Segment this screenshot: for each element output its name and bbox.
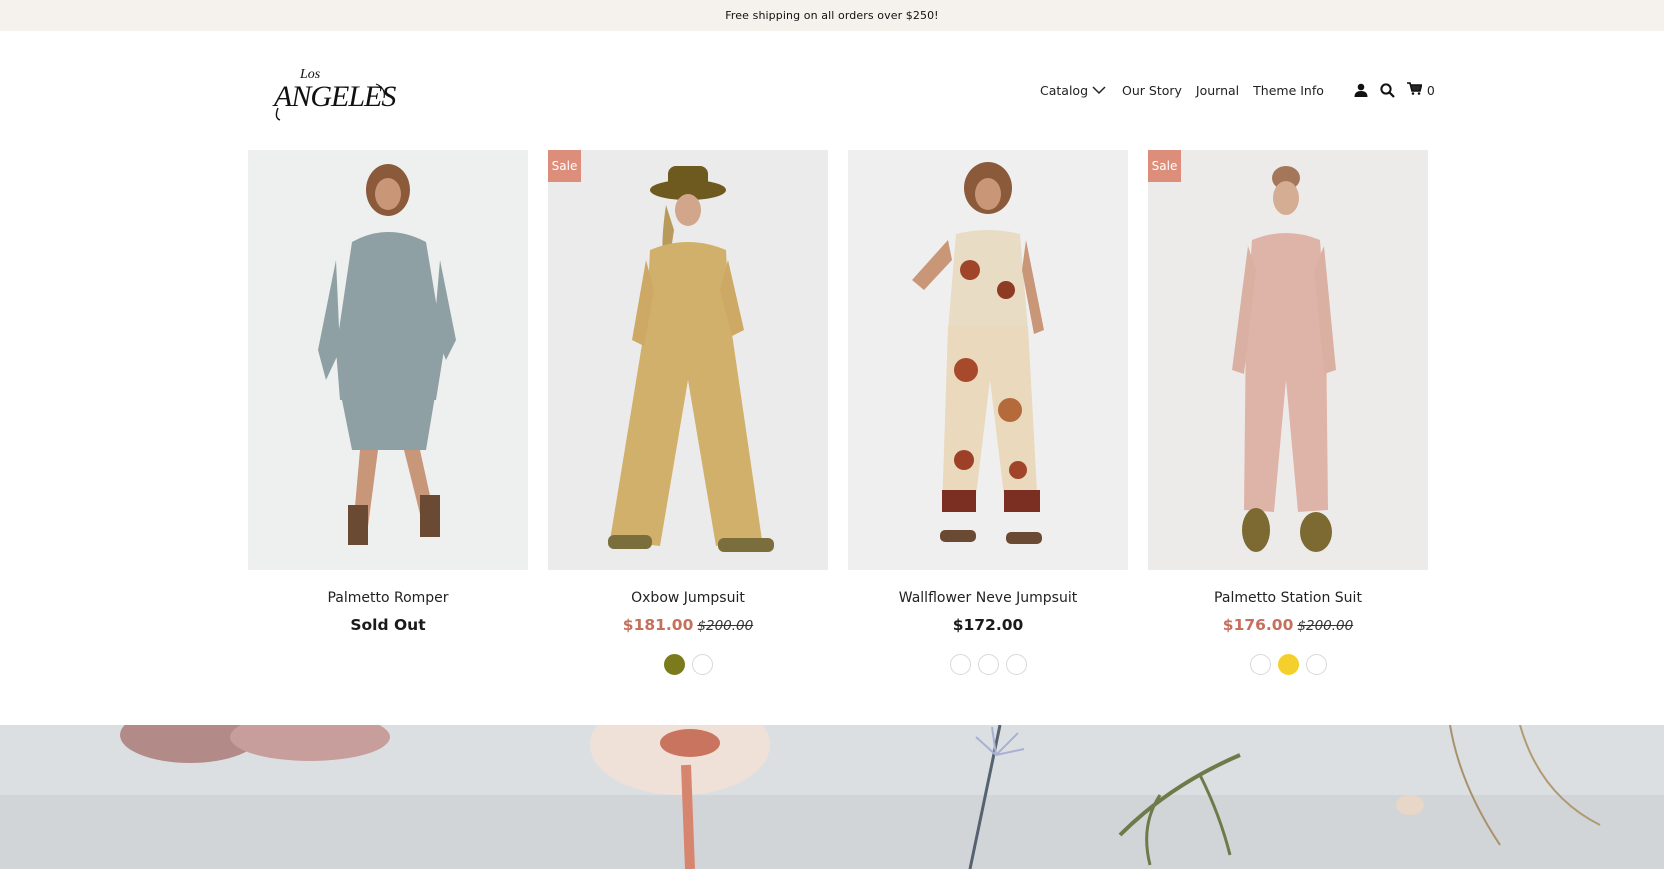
product-name[interactable]: Palmetto Romper	[248, 590, 528, 606]
product-image[interactable]	[848, 150, 1128, 570]
user-icon[interactable]	[1354, 83, 1368, 97]
product-image[interactable]	[248, 150, 528, 570]
color-swatches	[1148, 654, 1428, 676]
compare-price: $200.00	[697, 618, 754, 634]
product-card[interactable]: Palmetto Romper Sold Out	[248, 150, 528, 638]
product-card[interactable]: Sale Palmetto Station Suit $176.00 $200.0…	[1148, 150, 1428, 676]
cart-count: 0	[1426, 82, 1435, 98]
color-swatch[interactable]	[663, 654, 685, 675]
store-logo[interactable]: Los ANGELES	[272, 58, 402, 122]
product-price: $172.00	[952, 616, 1024, 634]
logo-mark: Los ANGELES	[272, 67, 397, 121]
color-swatch[interactable]	[977, 654, 999, 675]
color-swatch[interactable]	[1305, 654, 1327, 675]
product-price-row: Sold Out	[248, 616, 528, 638]
product-image[interactable]: Sale	[548, 150, 828, 570]
color-swatch[interactable]	[1277, 654, 1299, 675]
product-name[interactable]: Oxbow Jumpsuit	[548, 590, 828, 606]
color-swatch[interactable]	[949, 654, 971, 675]
compare-price: $200.00	[1297, 618, 1354, 634]
hero-banner-image	[0, 725, 1664, 869]
nav-theme-info[interactable]: Theme Info	[1253, 83, 1324, 98]
product-price-row: $172.00	[848, 616, 1128, 638]
nav-catalog[interactable]: Catalog	[1040, 83, 1106, 98]
product-price-row: $176.00 $200.00	[1148, 616, 1428, 638]
sale-price: $176.00	[1222, 616, 1294, 634]
product-image[interactable]: Sale	[1148, 150, 1428, 570]
sale-badge: Sale	[1148, 150, 1181, 182]
sale-badge: Sale	[548, 150, 581, 182]
cart-icon	[1406, 82, 1423, 98]
product-price-row: $181.00 $200.00	[548, 616, 828, 638]
color-swatches	[848, 654, 1128, 676]
product-grid: Palmetto Romper Sold Out Sale Oxbow Jump…	[248, 150, 1428, 690]
search-icon[interactable]	[1380, 82, 1395, 98]
color-swatch[interactable]	[1005, 654, 1027, 675]
sale-price: $181.00	[622, 616, 694, 634]
product-card[interactable]: Sale Oxbow Jumpsuit $181.00 $200.00	[548, 150, 828, 676]
product-card[interactable]: Wallflower Neve Jumpsuit $172.00	[848, 150, 1128, 676]
announcement-text: Free shipping on all orders over $250!	[725, 9, 939, 22]
chevron-down-icon	[1092, 83, 1106, 98]
sold-out-label: Sold Out	[350, 616, 426, 634]
product-name[interactable]: Palmetto Station Suit	[1148, 590, 1428, 606]
announcement-bar: Free shipping on all orders over $250!	[0, 0, 1664, 31]
color-swatch[interactable]	[691, 654, 713, 675]
nav-our-story[interactable]: Our Story	[1122, 83, 1182, 98]
nav-journal[interactable]: Journal	[1196, 83, 1239, 98]
main-nav: Catalog Our Story Journal Theme Info 0	[1040, 80, 1435, 100]
color-swatches	[548, 654, 828, 676]
nav-catalog-label: Catalog	[1040, 82, 1089, 98]
product-name[interactable]: Wallflower Neve Jumpsuit	[848, 590, 1128, 606]
color-swatch[interactable]	[1249, 654, 1271, 675]
cart-button[interactable]: 0	[1406, 82, 1435, 98]
